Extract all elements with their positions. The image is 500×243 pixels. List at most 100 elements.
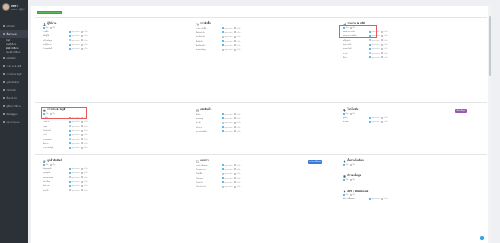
view-radio[interactable]: ดูอย่างเดียว: [69, 129, 81, 132]
view-radio[interactable]: ดูอย่างเดียว: [69, 189, 81, 192]
edit-radio[interactable]: แก้ไข: [81, 184, 93, 187]
scroll-top-button[interactable]: [480, 236, 484, 240]
view-radio[interactable]: ดูอย่างเดียว: [69, 180, 81, 183]
edit-radio[interactable]: แก้ไข: [234, 172, 246, 175]
view-radio[interactable]: ดูอย่างเดียว: [69, 142, 81, 145]
edit-radio[interactable]: แก้ไข: [234, 177, 246, 180]
view-radio[interactable]: ดูอย่างเดียว: [369, 120, 381, 123]
view-radio[interactable]: ดูอย่างเดียว: [222, 130, 234, 133]
edit-radio[interactable]: แก้ไข: [81, 171, 93, 174]
edit-radio[interactable]: แก้ไข: [381, 30, 393, 33]
edit-radio[interactable]: แก้ไข: [381, 56, 393, 59]
view-radio[interactable]: ดูอย่างเดียว: [222, 168, 234, 171]
view-radio[interactable]: ดูอย่างเดียว: [369, 52, 381, 55]
edit-radio[interactable]: แก้ไข: [81, 180, 93, 183]
edit-radio[interactable]: แก้ไข: [381, 120, 393, 123]
edit-radio[interactable]: แก้ไข: [81, 43, 93, 46]
edit-radio[interactable]: แก้ไข: [381, 116, 393, 119]
view-radio[interactable]: ดูอย่างเดียว: [69, 34, 81, 37]
view-radio[interactable]: ดูอย่างเดียว: [222, 185, 234, 188]
nav-item-stock[interactable]: คลังสินค้า: [0, 54, 28, 62]
view-radio[interactable]: ดูอย่างเดียว: [222, 117, 234, 120]
view-radio[interactable]: ดูอย่างเดียว: [222, 27, 234, 30]
view-radio[interactable]: ดูอย่างเดียว: [222, 48, 234, 51]
edit-radio[interactable]: แก้ไข: [81, 125, 93, 128]
edit-radio[interactable]: แก้ไข: [81, 167, 93, 170]
view-radio[interactable]: ดูอย่างเดียว: [222, 31, 234, 34]
edit-radio[interactable]: แก้ไข: [234, 27, 246, 30]
nav-item-crm[interactable]: ลูกค้าสัมพันธ์: [0, 78, 28, 86]
view-radio[interactable]: ดูอย่างเดียว: [369, 197, 381, 200]
edit-radio[interactable]: แก้ไข: [381, 43, 393, 46]
edit-radio[interactable]: แก้ไข: [234, 130, 246, 133]
view-radio[interactable]: ดูอย่างเดียว: [69, 171, 81, 174]
edit-radio[interactable]: แก้ไข: [81, 34, 93, 37]
view-radio[interactable]: ดูอย่างเดียว: [69, 125, 81, 128]
edit-radio[interactable]: แก้ไข: [381, 47, 393, 50]
view-radio[interactable]: ดูอย่างเดียว: [69, 138, 81, 141]
nav-item-general[interactable]: ตั้งค่าทั่วไป: [0, 94, 28, 102]
view-radio[interactable]: ดูอย่างเดียว: [222, 44, 234, 47]
nav-item-promo[interactable]: โปรโมชั่น: [0, 86, 28, 94]
edit-radio[interactable]: แก้ไข: [81, 138, 93, 141]
view-radio[interactable]: ดูอย่างเดียว: [222, 126, 234, 129]
edit-radio[interactable]: แก้ไข: [234, 48, 246, 51]
nav-item-finance[interactable]: การเงิน & บัญชี: [0, 70, 28, 78]
nav-item-settings[interactable]: ตั้งค่าระบบ: [0, 30, 28, 38]
nav-item-reports[interactable]: รายงาน & สถิติ: [0, 62, 28, 70]
view-radio[interactable]: ดูอย่างเดียว: [69, 146, 81, 149]
nav-item-home[interactable]: หน้าหลัก: [0, 22, 28, 30]
edit-radio[interactable]: แก้ไข: [234, 117, 246, 120]
edit-radio[interactable]: แก้ไข: [234, 126, 246, 129]
section-toggle[interactable]: เปิด ปิด: [343, 163, 473, 167]
view-radio[interactable]: ดูอย่างเดียว: [369, 56, 381, 59]
edit-radio[interactable]: แก้ไข: [81, 120, 93, 123]
edit-radio[interactable]: แก้ไข: [234, 185, 246, 188]
view-radio[interactable]: ดูอย่างเดียว: [369, 116, 381, 119]
view-radio[interactable]: ดูอย่างเดียว: [69, 176, 81, 179]
nav-item-logout[interactable]: ออกจากระบบ: [0, 118, 28, 126]
view-radio[interactable]: ดูอย่างเดียว: [222, 40, 234, 43]
advanced-settings-badge[interactable]: ตั้งค่าขั้นสูง: [455, 109, 467, 113]
view-radio[interactable]: ดูอย่างเดียว: [369, 47, 381, 50]
edit-radio[interactable]: แก้ไข: [234, 164, 246, 167]
edit-radio[interactable]: แก้ไข: [81, 30, 93, 33]
edit-radio[interactable]: แก้ไข: [81, 142, 93, 145]
view-radio[interactable]: ดูอย่างเดียว: [69, 47, 81, 50]
view-radio[interactable]: ดูอย่างเดียว: [69, 43, 81, 46]
view-radio[interactable]: ดูอย่างเดียว: [69, 184, 81, 187]
scroll-thumb[interactable]: [488, 16, 491, 76]
all-docs-badge[interactable]: เอกสารทั้งหมด: [308, 160, 323, 164]
view-radio[interactable]: ดูอย่างเดียว: [222, 181, 234, 184]
view-radio[interactable]: ดูอย่างเดียว: [69, 167, 81, 170]
edit-radio[interactable]: แก้ไข: [81, 176, 93, 179]
view-radio[interactable]: ดูอย่างเดียว: [69, 30, 81, 33]
edit-radio[interactable]: แก้ไข: [381, 39, 393, 42]
view-radio[interactable]: ดูอย่างเดียว: [69, 120, 81, 123]
view-radio[interactable]: ดูอย่างเดียว: [69, 133, 81, 136]
view-radio[interactable]: ดูอย่างเดียว: [222, 113, 234, 116]
view-radio[interactable]: ดูอย่างเดียว: [69, 39, 81, 42]
edit-radio[interactable]: แก้ไข: [81, 39, 93, 42]
view-radio[interactable]: ดูอย่างเดียว: [222, 177, 234, 180]
edit-radio[interactable]: แก้ไข: [234, 44, 246, 47]
edit-radio[interactable]: แก้ไข: [81, 47, 93, 50]
section-toggle[interactable]: เปิด ปิด: [343, 178, 473, 182]
scrollbar[interactable]: [488, 6, 491, 243]
edit-radio[interactable]: แก้ไข: [381, 52, 393, 55]
edit-radio[interactable]: แก้ไข: [234, 40, 246, 43]
view-radio[interactable]: ดูอย่างเดียว: [369, 43, 381, 46]
view-radio[interactable]: ดูอย่างเดียว: [222, 164, 234, 167]
avatar[interactable]: [2, 3, 10, 11]
nav-item-contact[interactable]: ติดต่อผู้ดูแล: [0, 110, 28, 118]
edit-radio[interactable]: แก้ไข: [234, 168, 246, 171]
edit-radio[interactable]: แก้ไข: [81, 146, 93, 149]
edit-radio[interactable]: แก้ไข: [81, 129, 93, 132]
view-radio[interactable]: ดูอย่างเดียว: [222, 172, 234, 175]
view-radio[interactable]: ดูอย่างเดียว: [222, 121, 234, 124]
edit-radio[interactable]: แก้ไข: [81, 133, 93, 136]
view-radio[interactable]: ดูอย่างเดียว: [222, 35, 234, 38]
edit-radio[interactable]: แก้ไข: [234, 121, 246, 124]
edit-radio[interactable]: แก้ไข: [234, 31, 246, 34]
edit-radio[interactable]: แก้ไข: [381, 34, 393, 37]
